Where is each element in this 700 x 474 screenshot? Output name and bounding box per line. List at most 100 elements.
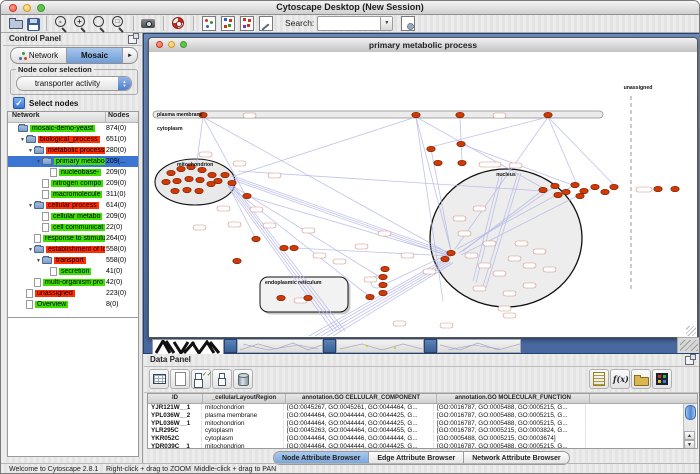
session-settings-icon[interactable] xyxy=(399,15,416,32)
new-attribute-icon[interactable] xyxy=(170,369,190,389)
tree-row-establishment-of-lo[interactable]: ▼establishment of lo558(0) xyxy=(8,244,138,255)
table-cell[interactable]: [GO:0044464, GO:0044444, GO:0044425, G..… xyxy=(284,443,434,449)
network-node[interactable] xyxy=(208,172,216,177)
network-node[interactable] xyxy=(551,183,559,188)
network-node[interactable] xyxy=(195,188,203,193)
table-cell[interactable]: [GO:0016787, GO:0005488, GO:0005215, G..… xyxy=(434,412,586,419)
network-canvas[interactable]: plasma membranecytoplasmmitochondrionnuc… xyxy=(149,52,697,337)
network-node[interactable] xyxy=(671,186,679,191)
table-cell[interactable]: cytoplasm xyxy=(202,427,284,434)
table-cell[interactable]: mitochondrion xyxy=(202,404,284,411)
table-cell[interactable]: YLR295C xyxy=(148,427,202,434)
window-resize-grip[interactable] xyxy=(686,326,696,336)
network-node[interactable] xyxy=(243,193,251,198)
table-cell[interactable]: YPL036W__2 xyxy=(148,412,202,419)
network-edge[interactable] xyxy=(548,117,614,185)
network-node[interactable] xyxy=(591,184,599,189)
network-node[interactable] xyxy=(162,179,170,184)
background-window-titlebar[interactable] xyxy=(424,339,437,353)
network-node[interactable] xyxy=(544,112,552,117)
tab-network[interactable]: Network xyxy=(11,48,67,63)
disclosure-arrow-icon[interactable]: ▼ xyxy=(27,148,34,154)
network-node[interactable] xyxy=(562,189,570,194)
network-node[interactable] xyxy=(171,188,179,193)
network-node[interactable] xyxy=(183,187,191,192)
unselect-attributes-icon[interactable] xyxy=(212,369,232,389)
tree-row-cellular-metabo[interactable]: cellular metabo209(0) xyxy=(8,211,138,222)
tree-row-unassigned[interactable]: unassigned223(0) xyxy=(8,288,138,299)
table-cell[interactable]: [GO:0044464, GO:0044444, GO:0044425, G..… xyxy=(284,412,434,419)
node-color-dropdown[interactable]: transporter activity ▲▼ xyxy=(16,76,132,91)
float-panel-icon[interactable] xyxy=(685,356,694,365)
search-dropdown-arrow[interactable]: ▼ xyxy=(380,17,392,30)
tree-row-mosaic-demo-yeast[interactable]: mosaic-demo-yeast874(0) xyxy=(8,123,138,134)
network-node[interactable] xyxy=(456,112,464,117)
annotation-edit-icon[interactable] xyxy=(257,15,274,32)
tab-mosaic[interactable]: Mosaic xyxy=(67,48,123,63)
network-node[interactable] xyxy=(554,192,562,197)
network-node[interactable] xyxy=(412,112,420,117)
import-attributes-icon[interactable] xyxy=(631,369,651,389)
search-input[interactable] xyxy=(318,18,380,29)
background-window-preview[interactable] xyxy=(237,339,323,353)
table-row[interactable]: YJR121W__1mitochondrion[GO:0045267, GO:0… xyxy=(148,404,697,412)
tree-column-network[interactable]: Network xyxy=(8,112,106,122)
network-node[interactable] xyxy=(277,295,285,300)
network-node[interactable] xyxy=(427,146,435,151)
network-node[interactable] xyxy=(576,193,584,198)
help-ring-icon[interactable] xyxy=(170,15,187,32)
network-node[interactable] xyxy=(228,180,236,185)
network-node[interactable] xyxy=(654,186,662,191)
network-node[interactable] xyxy=(580,188,588,193)
network-view[interactable]: plasma membranecytoplasmmitochondrionnuc… xyxy=(149,52,697,337)
network-edge[interactable] xyxy=(233,178,451,255)
select-attributes-icon[interactable] xyxy=(191,369,211,389)
tree-row-metabolic-process[interactable]: ▼metabolic process280(0) xyxy=(8,145,138,156)
network-node[interactable] xyxy=(167,170,175,175)
table-cell[interactable]: [GO:0045267, GO:0045261, GO:0044464, G..… xyxy=(284,404,434,411)
tree-row-primary-metabo[interactable]: ▼primary metabo209(... xyxy=(8,156,138,167)
tree-row-cell-communicat[interactable]: cell communicat22(0) xyxy=(8,222,138,233)
network-node[interactable] xyxy=(280,245,288,250)
tree-row-overview[interactable]: Overview8(0) xyxy=(8,299,138,310)
table-cell[interactable]: mitochondrion xyxy=(202,443,284,449)
table-row[interactable]: YPL036W__2plasma membrane[GO:0044464, GO… xyxy=(148,412,697,420)
network-node[interactable] xyxy=(381,266,389,271)
table-cell[interactable]: YDR039C__1 xyxy=(148,443,202,449)
tree-row-secretion[interactable]: secretion41(0) xyxy=(8,266,138,277)
network-node[interactable] xyxy=(447,250,455,255)
network-node[interactable] xyxy=(539,187,547,192)
background-window-titlebar[interactable] xyxy=(224,339,237,353)
network-overview-icon[interactable] xyxy=(200,15,217,32)
table-row[interactable]: YPL036W__1mitochondrion[GO:0044464, GO:0… xyxy=(148,419,697,427)
mdi-resize-corner[interactable] xyxy=(677,337,700,353)
network-node[interactable] xyxy=(198,167,206,172)
table-cell[interactable]: YKR052C xyxy=(148,435,202,442)
table-row[interactable]: YDR039C__1mitochondrion[GO:0044464, GO:0… xyxy=(148,442,697,449)
network-node[interactable] xyxy=(366,294,374,299)
network-node[interactable] xyxy=(379,274,387,279)
layout-hierarchic-icon[interactable] xyxy=(238,15,255,32)
network-node[interactable] xyxy=(196,177,204,182)
tree-column-nodes[interactable]: Nodes xyxy=(106,112,138,122)
tab-overflow-arrow[interactable]: ► xyxy=(123,48,137,63)
table-cell[interactable]: [GO:0016787, GO:0005488, GO:0005215, G..… xyxy=(434,420,586,427)
network-node[interactable] xyxy=(434,160,442,165)
select-nodes-checkbox[interactable]: ✓ xyxy=(13,97,25,109)
birds-eye-view[interactable] xyxy=(7,317,139,457)
attribute-list-icon[interactable] xyxy=(589,369,609,389)
column-header[interactable]: ID xyxy=(148,394,203,403)
zoom-in-icon[interactable] xyxy=(72,15,89,32)
table-cell[interactable]: [GO:0016787, GO:0005488, GO:0005215, G..… xyxy=(434,404,586,411)
open-folder-icon[interactable] xyxy=(8,15,25,32)
disclosure-arrow-icon[interactable]: ▼ xyxy=(27,247,34,253)
zoom-out-icon[interactable] xyxy=(53,15,70,32)
table-cell[interactable]: [GO:0016787, GO:0005488, GO:0005215, G..… xyxy=(434,443,586,449)
network-node[interactable] xyxy=(304,295,312,300)
tree-row-transport[interactable]: ▼transport558(0) xyxy=(8,255,138,266)
network-edge[interactable] xyxy=(548,117,578,187)
attribute-matrix-icon[interactable] xyxy=(652,369,672,389)
tree-row-multi-organism-pro[interactable]: multi-organism pro42(0) xyxy=(8,277,138,288)
table-cell[interactable]: [GO:0045263, GO:0044464, GO:0044455, G..… xyxy=(284,427,434,434)
zoom-fit-icon[interactable] xyxy=(110,15,127,32)
